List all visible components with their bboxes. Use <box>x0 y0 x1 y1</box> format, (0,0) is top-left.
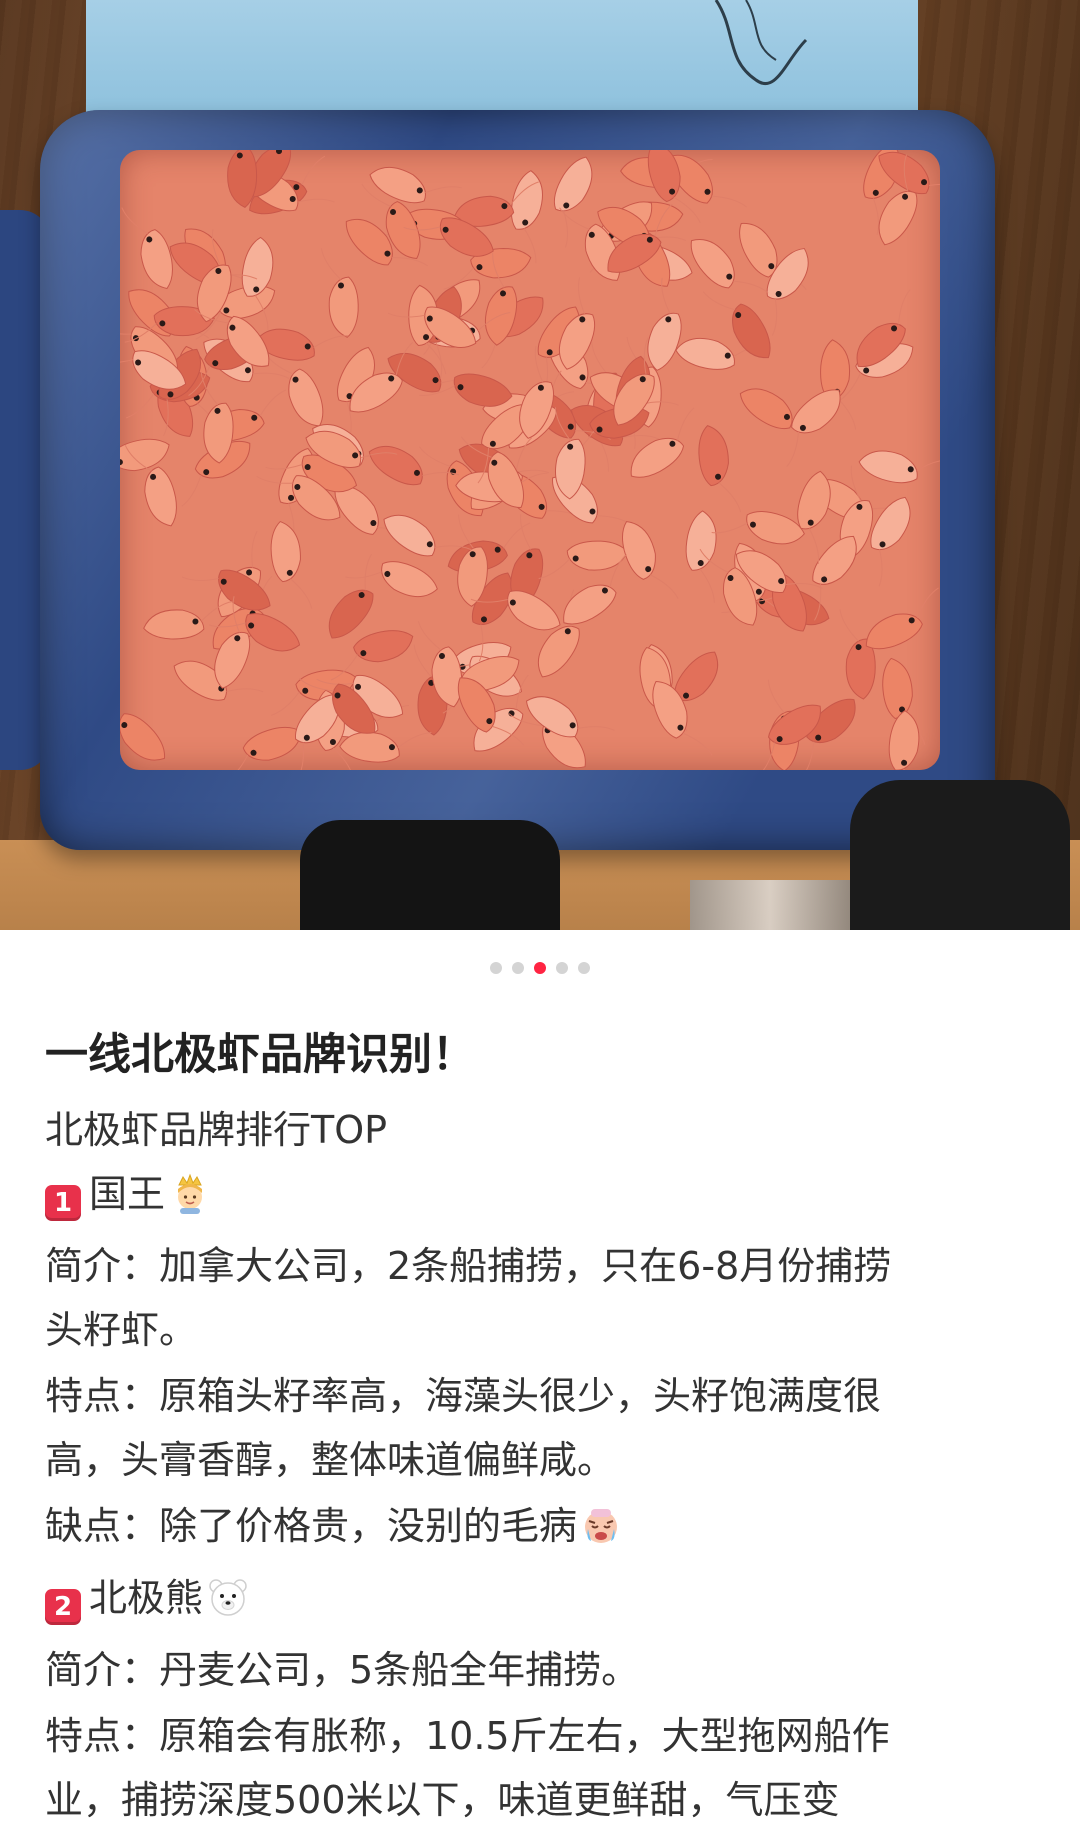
shrimp <box>369 166 462 204</box>
shrimp-illustration <box>120 150 940 770</box>
polar-bear-emoji-icon <box>207 1574 249 1638</box>
shrimp <box>223 726 302 770</box>
post-photo[interactable] <box>0 0 1080 930</box>
post-title: 一线北极虾品牌识别！ <box>45 1030 475 1080</box>
blue-box-lid <box>86 0 918 120</box>
black-bag <box>300 820 560 930</box>
brand-heading-1: 1 国王 <box>45 1162 1035 1234</box>
shrimp <box>711 510 805 545</box>
number-badge-icon: 2 <box>45 1589 81 1625</box>
carousel-dot[interactable] <box>556 962 568 974</box>
carousel-indicator[interactable] <box>0 962 1080 982</box>
intro-line: 北极虾品牌排行TOP <box>45 1108 388 1152</box>
shrimp <box>888 710 920 770</box>
shrimp <box>698 425 742 513</box>
shrimp <box>120 711 166 761</box>
carousel-dot[interactable] <box>578 962 590 974</box>
brand-name: 北极熊 <box>89 1576 204 1620</box>
shrimp <box>368 445 460 486</box>
post-body: 北极虾品牌排行TOP 1 国王 简介：加拿大公司，2条船捕捞，只在6-8月份捕捞 … <box>45 1098 1035 1832</box>
brand-2-features: 特点：原箱会有胀称，10.5斤左右，大型拖网船作 <box>45 1714 890 1758</box>
brand-1-features: 特点：原箱头籽率高，海藻头很少，头籽饱满度很 <box>45 1374 882 1418</box>
shrimp <box>685 510 717 603</box>
brand-name: 国王 <box>89 1172 166 1216</box>
shrimp <box>858 450 940 484</box>
brand-1-drawback: 缺点：除了价格贵，没别的毛病 <box>45 1494 1035 1566</box>
brand-2-profile: 简介：丹麦公司，5条船全年捕捞。 <box>45 1648 640 1692</box>
shrimp <box>227 150 258 208</box>
brand-heading-2: 2 北极熊 <box>45 1566 1035 1638</box>
drawback-text: 缺点：除了价格贵，没别的毛病 <box>45 1504 578 1548</box>
brand-1-profile: 简介：加拿大公司，2条船捕捞，只在6-8月份捕捞 <box>45 1244 892 1288</box>
prince-emoji-icon <box>169 1170 211 1234</box>
number-badge-icon: 1 <box>45 1185 81 1221</box>
box-sketch-illustration <box>714 0 808 86</box>
shrimp <box>865 587 939 650</box>
shrimp <box>320 248 359 338</box>
brand-2-features-cont: 业，捕捞深度500米以下，味道更鲜甜，气压变 <box>45 1778 840 1822</box>
shrimp <box>173 660 264 701</box>
crying-face-emoji-icon <box>581 1502 621 1566</box>
shrimp <box>839 609 876 700</box>
carousel-dot[interactable] <box>490 962 502 974</box>
carousel-dot[interactable] <box>512 962 524 974</box>
carousel-dot-active[interactable] <box>534 962 546 974</box>
brand-1-profile-cont: 头籽虾。 <box>45 1308 198 1352</box>
black-bag-right <box>850 780 1070 930</box>
shrimp <box>621 521 679 599</box>
foil-wrapper <box>690 880 850 930</box>
shrimp <box>270 520 313 609</box>
brand-1-features-cont: 高，头膏香醇，整体味道偏鲜咸。 <box>45 1438 616 1482</box>
